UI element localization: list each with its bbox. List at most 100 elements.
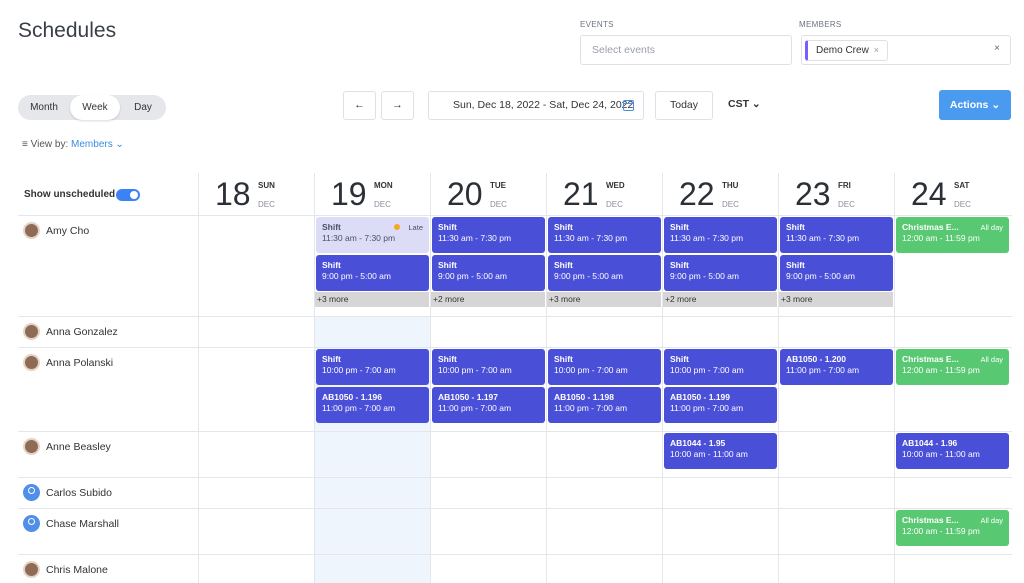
event-card[interactable]: Shift 9:00 pm - 5:00 am xyxy=(548,255,661,291)
event-time: 12:00 am - 11:59 pm xyxy=(902,526,980,536)
page-title: Schedules xyxy=(18,19,117,42)
day-month: DEC xyxy=(722,200,739,209)
grid-row-line xyxy=(18,554,1012,555)
clear-members-icon[interactable]: × xyxy=(994,43,1000,54)
event-card[interactable]: AB1044 - 1.96 10:00 am - 11:00 am xyxy=(896,433,1009,469)
member-name: Chris Malone xyxy=(46,564,108,576)
event-card[interactable]: Shift 10:00 pm - 7:00 am xyxy=(316,349,429,385)
grid-row-line xyxy=(18,215,1012,216)
next-week-button[interactable]: → xyxy=(381,91,414,120)
event-card[interactable]: AB1050 - 1.199 11:00 pm - 7:00 am xyxy=(664,387,777,423)
event-card[interactable]: Shift 11:30 am - 7:30 pm xyxy=(432,217,545,253)
day-month: DEC xyxy=(258,200,275,209)
view-day-button[interactable]: Day xyxy=(120,95,166,120)
grid-column-line xyxy=(546,173,547,583)
event-time: 9:00 pm - 5:00 am xyxy=(438,271,507,281)
event-time: 11:00 pm - 7:00 am xyxy=(322,403,396,413)
day-month: DEC xyxy=(490,200,507,209)
event-title: Shift xyxy=(670,222,689,232)
avatar xyxy=(23,354,40,371)
event-card[interactable]: Shift 10:00 pm - 7:00 am xyxy=(548,349,661,385)
members-label: MEMBERS xyxy=(799,20,842,29)
event-card[interactable]: Christmas E... 12:00 am - 11:59 pm All day xyxy=(896,510,1009,546)
event-card[interactable]: AB1050 - 1.198 11:00 pm - 7:00 am xyxy=(548,387,661,423)
members-select[interactable]: Demo Crew × × xyxy=(801,35,1011,65)
date-range-picker[interactable]: Sun, Dec 18, 2022 - Sat, Dec 24, 2022 xyxy=(428,91,644,120)
more-events-link[interactable]: +3 more xyxy=(547,292,661,307)
prev-week-button[interactable]: ← xyxy=(343,91,376,120)
grid-row-line xyxy=(18,431,1012,432)
show-unscheduled-label: Show unscheduled xyxy=(24,189,116,200)
event-title: Shift xyxy=(670,260,689,270)
member-name: Amy Cho xyxy=(46,225,90,237)
event-title: AB1044 - 1.96 xyxy=(902,438,958,448)
event-time: 11:30 am - 7:30 pm xyxy=(438,233,512,243)
more-events-link[interactable]: +2 more xyxy=(663,292,777,307)
event-card[interactable]: Shift 11:30 am - 7:30 pm xyxy=(664,217,777,253)
event-card[interactable]: Shift 10:00 pm - 7:00 am xyxy=(432,349,545,385)
show-unscheduled-toggle[interactable] xyxy=(116,189,140,201)
event-card[interactable]: Shift 9:00 pm - 5:00 am xyxy=(664,255,777,291)
event-title: Shift xyxy=(786,260,805,270)
today-button[interactable]: Today xyxy=(655,91,713,120)
event-time: 9:00 pm - 5:00 am xyxy=(322,271,391,281)
more-events-link[interactable]: +3 more xyxy=(315,292,429,307)
day-of-week: SUN xyxy=(258,181,275,190)
event-title: Shift xyxy=(438,260,457,270)
event-title: AB1050 - 1.197 xyxy=(438,392,499,402)
avatar xyxy=(23,438,40,455)
event-time: 12:00 am - 11:59 pm xyxy=(902,233,980,243)
more-events-link[interactable]: +2 more xyxy=(431,292,545,307)
event-card[interactable]: Shift 11:30 am - 7:30 pm xyxy=(780,217,893,253)
date-range-text: Sun, Dec 18, 2022 - Sat, Dec 24, 2022 xyxy=(453,99,634,111)
event-card[interactable]: Shift 9:00 pm - 5:00 am xyxy=(780,255,893,291)
day-month: DEC xyxy=(838,200,855,209)
day-number: 22 xyxy=(679,176,715,212)
day-of-week: MON xyxy=(374,181,393,190)
event-card[interactable]: AB1050 - 1.200 11:00 pm - 7:00 am xyxy=(780,349,893,385)
event-title: Shift xyxy=(554,260,573,270)
chevron-down-icon: ⌄ xyxy=(115,139,124,150)
event-card[interactable]: AB1050 - 1.196 11:00 pm - 7:00 am xyxy=(316,387,429,423)
day-number: 23 xyxy=(795,176,831,212)
late-status-dot xyxy=(394,224,400,230)
view-week-button[interactable]: Week xyxy=(70,95,120,120)
member-name: Anne Beasley xyxy=(46,441,111,453)
event-time: 10:00 am - 11:00 am xyxy=(670,449,748,459)
event-card[interactable]: Shift 11:30 am - 7:30 pm Late xyxy=(316,217,429,253)
event-time: 11:00 pm - 7:00 am xyxy=(786,365,860,375)
event-card[interactable]: AB1050 - 1.197 11:00 pm - 7:00 am xyxy=(432,387,545,423)
avatar xyxy=(23,515,40,532)
event-card[interactable]: Shift 11:30 am - 7:30 pm xyxy=(548,217,661,253)
event-card[interactable]: Shift 9:00 pm - 5:00 am xyxy=(316,255,429,291)
actions-button[interactable]: Actions ⌄ xyxy=(939,90,1011,120)
events-select[interactable]: Select events xyxy=(580,35,792,65)
more-events-link[interactable]: +3 more xyxy=(779,292,893,307)
event-card[interactable]: Shift 10:00 pm - 7:00 am xyxy=(664,349,777,385)
event-time: 11:30 am - 7:30 pm xyxy=(786,233,860,243)
grid-row-line xyxy=(18,508,1012,509)
grid-column-line xyxy=(430,173,431,583)
timezone-select[interactable]: CST ⌄ xyxy=(728,98,761,110)
view-month-button[interactable]: Month xyxy=(18,95,70,120)
day-number: 24 xyxy=(911,176,947,212)
grid-column-line xyxy=(198,173,199,583)
event-time: 11:00 pm - 7:00 am xyxy=(438,403,512,413)
grid-column-line xyxy=(314,173,315,583)
day-of-week: FRI xyxy=(838,181,851,190)
event-card[interactable]: Christmas E... 12:00 am - 11:59 pm All day xyxy=(896,217,1009,253)
chip-remove-icon[interactable]: × xyxy=(874,45,879,55)
view-switcher: Month Week Day xyxy=(18,95,166,120)
calendar-icon xyxy=(623,100,634,111)
grid-column-line xyxy=(894,173,895,583)
event-card[interactable]: Christmas E... 12:00 am - 11:59 pm All day xyxy=(896,349,1009,385)
event-title: AB1050 - 1.200 xyxy=(786,354,847,364)
event-title: AB1050 - 1.196 xyxy=(322,392,383,402)
chevron-down-icon: ⌄ xyxy=(991,99,1001,111)
event-card[interactable]: AB1044 - 1.95 10:00 am - 11:00 am xyxy=(664,433,777,469)
event-time: 9:00 pm - 5:00 am xyxy=(786,271,855,281)
day-number: 21 xyxy=(563,176,599,212)
view-by-select[interactable]: ≡ View by: Members ⌄ xyxy=(22,139,124,150)
list-icon: ≡ xyxy=(22,139,28,150)
event-card[interactable]: Shift 9:00 pm - 5:00 am xyxy=(432,255,545,291)
